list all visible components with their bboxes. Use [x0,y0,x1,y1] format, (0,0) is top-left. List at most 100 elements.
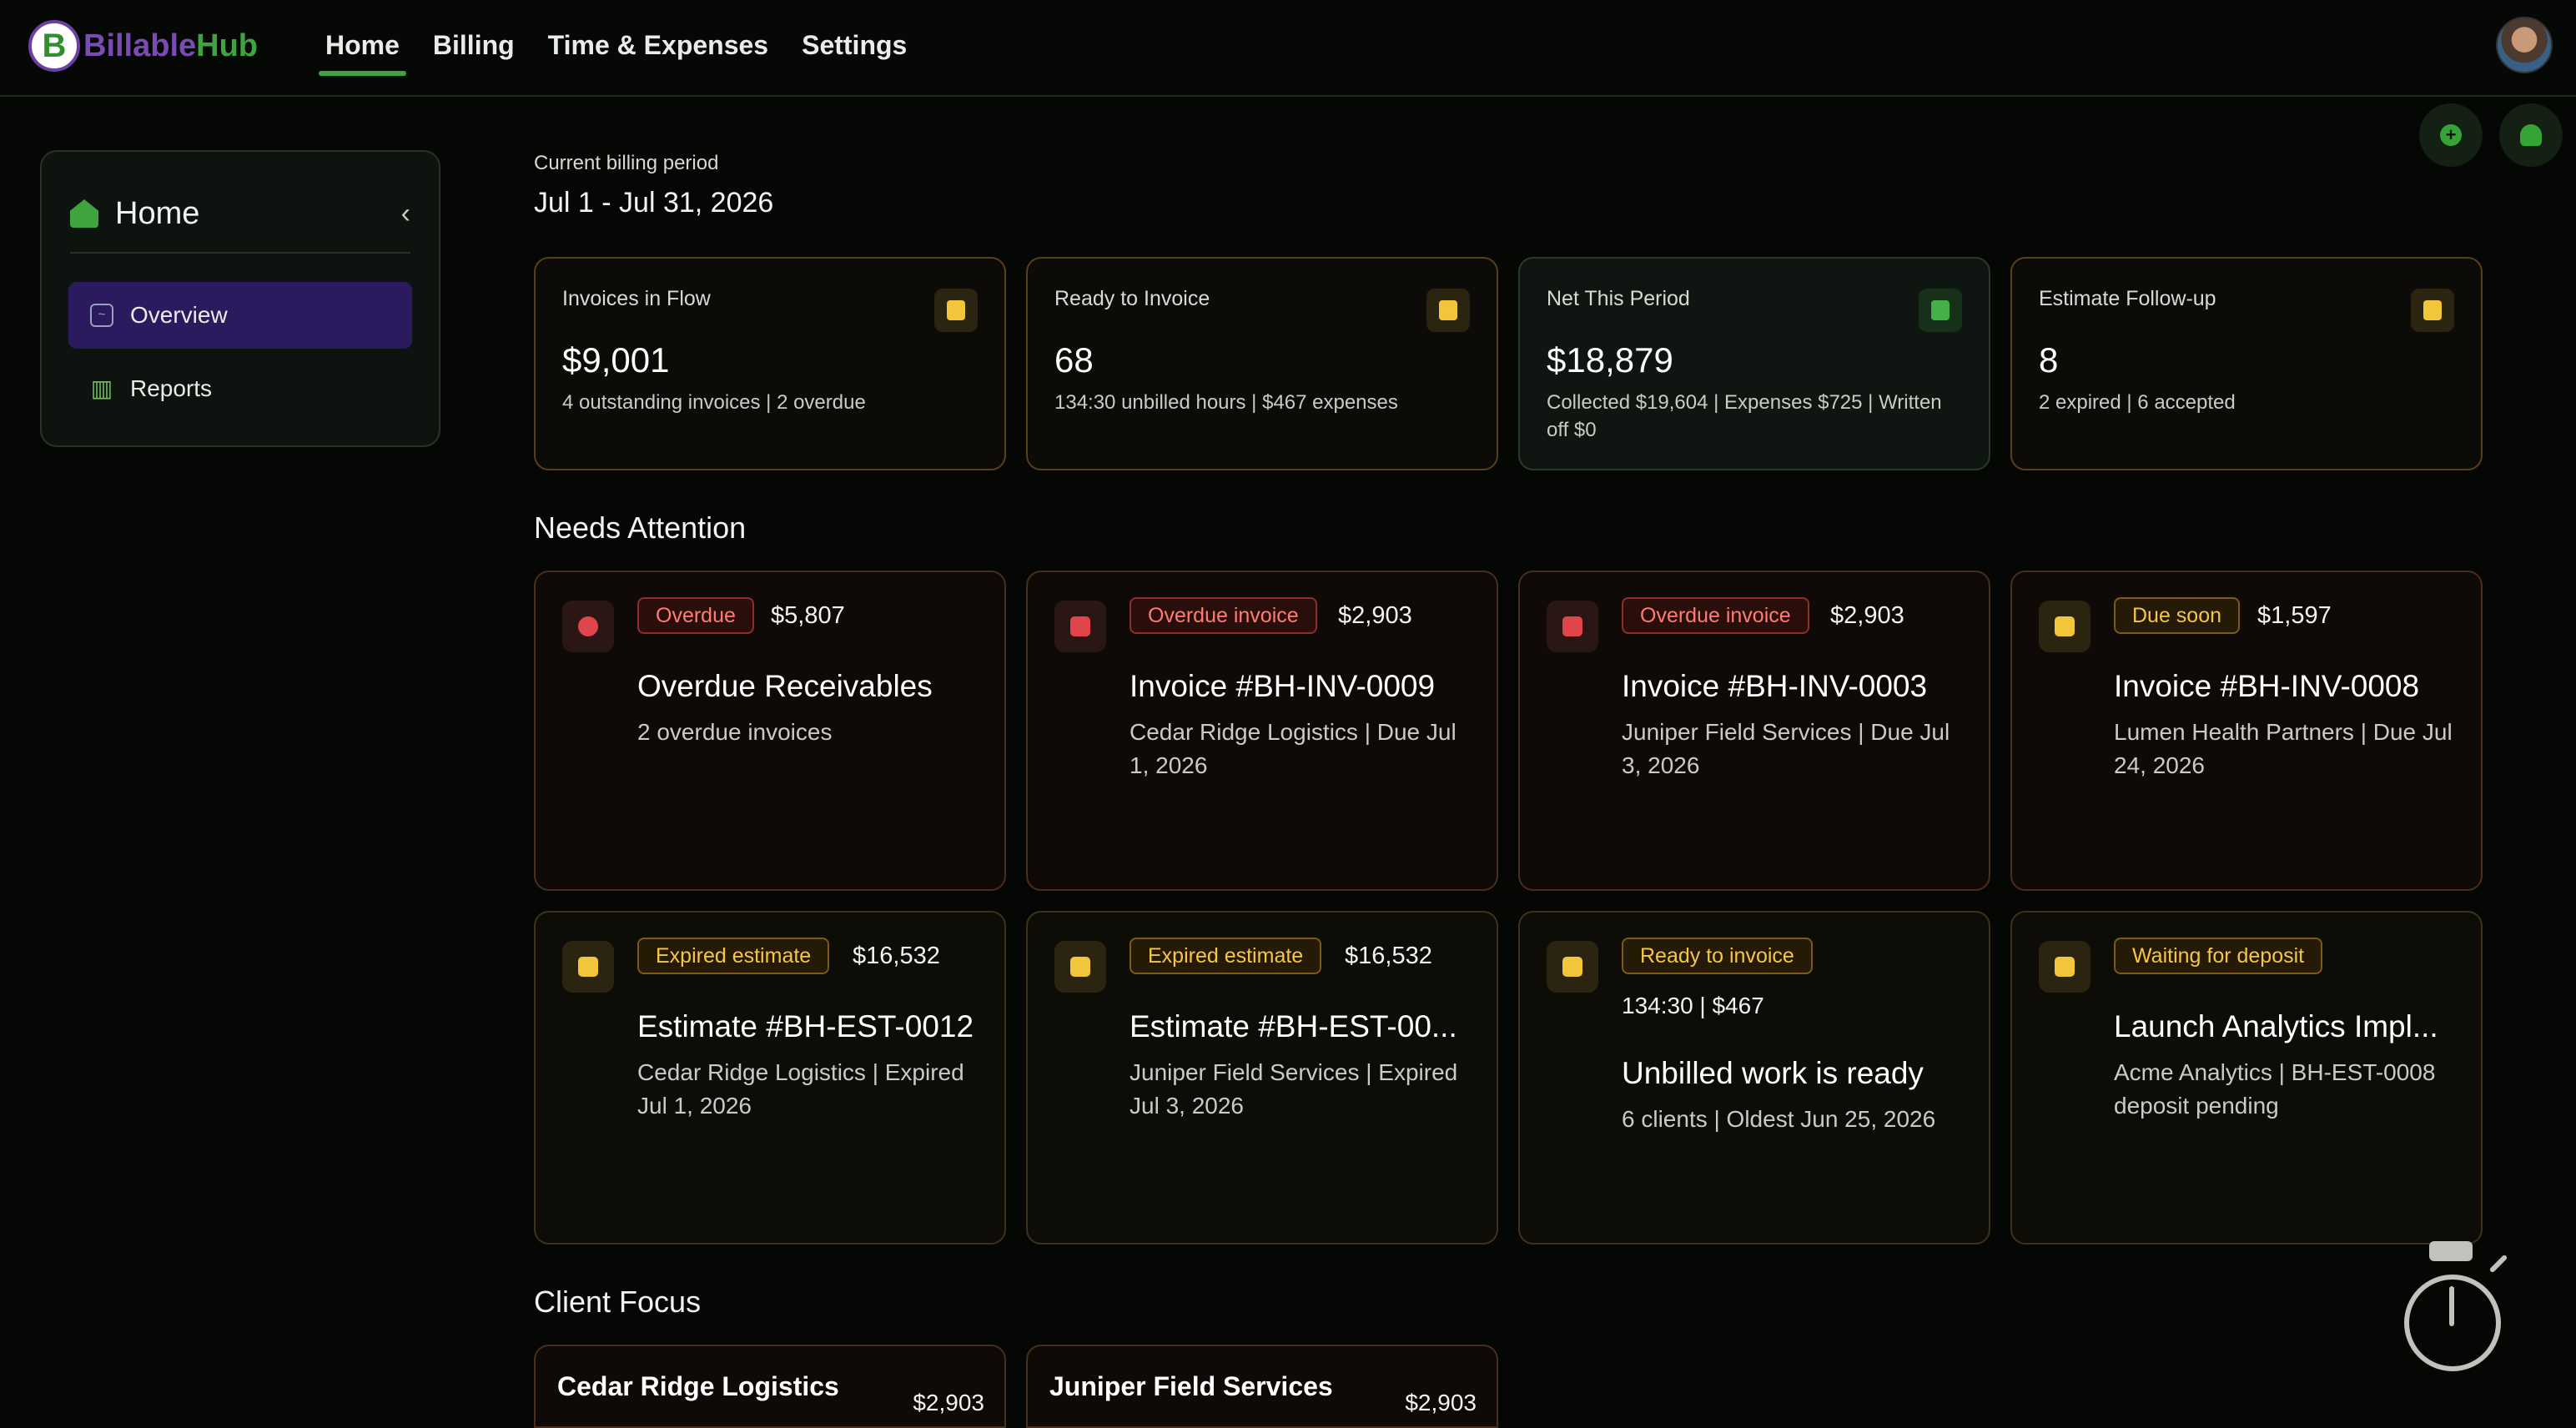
attention-card[interactable]: Overdue invoice $2,903 Invoice #BH-INV-0… [1518,571,1990,891]
billing-period-label: Current billing period [534,152,719,174]
stat-card-ready-to-invoice[interactable]: Ready to Invoice 68 134:30 unbilled hour… [1026,257,1498,470]
client-name: Cedar Ridge Logistics [557,1371,839,1401]
nav-home[interactable]: Home [319,30,406,76]
client-amount: $2,903 [1405,1390,1477,1415]
card-title: Invoice #BH-INV-0003 [1622,669,1928,703]
receipt-alert-icon [1054,601,1106,652]
stat-title: Net This Period [1547,287,1690,310]
card-subtext: 6 clients | Oldest Jun 25, 2026 [1622,1106,1936,1132]
logo-mark: B [28,20,80,72]
attention-card[interactable]: Ready to invoice 134:30 | $467 Unbilled … [1518,911,1990,1244]
client-amount: $2,903 [913,1390,984,1415]
status-badge: Overdue [637,597,754,634]
card-title: Unbilled work is ready [1622,1056,1924,1090]
stat-subtext: 2 expired | 6 accepted [2039,391,2236,414]
stat-value: 8 [2039,340,2059,380]
card-title: Estimate #BH-EST-0012 [637,1009,974,1043]
receipt-check-icon [1547,941,1598,993]
brand-logo[interactable]: B BillableHub [28,18,258,73]
attention-card[interactable]: Expired estimate $16,532 Estimate #BH-ES… [534,911,1006,1244]
plus-circle-icon: + [2440,124,2462,146]
card-subtext: Cedar Ridge Logistics | Expired Jul 1, 2… [637,1059,964,1119]
divider [70,252,410,254]
document-icon [1054,941,1106,993]
bar-chart-icon: ▥ [90,375,113,401]
attention-card[interactable]: Waiting for deposit Launch Analytics Imp… [2010,911,2483,1244]
card-amount: $2,903 [1338,602,1412,629]
status-badge: Overdue invoice [1622,597,1809,634]
needs-attention-title: Needs Attention [534,510,747,545]
trend-up-icon [1919,289,1962,332]
sidebar-item-label: Reports [130,375,213,401]
stat-subtext: 134:30 unbilled hours | $467 expenses [1054,391,1398,414]
document-icon [562,941,614,993]
stat-subtext: 4 outstanding invoices | 2 overdue [562,391,866,414]
stat-title: Invoices in Flow [562,287,711,310]
alarm-clock-icon [562,601,614,652]
brand-name-part2: Hub [196,28,259,63]
invoice-list-icon [934,289,978,332]
stopwatch-icon[interactable] [2402,1241,2508,1375]
stat-value: $18,879 [1547,340,1673,380]
card-amount: $16,532 [1345,943,1432,969]
sidebar-item-label: Overview [130,302,228,328]
card-subtext: Cedar Ridge Logistics | Due Jul 1, 2026 [1130,719,1457,778]
attention-card[interactable]: Overdue invoice $2,903 Invoice #BH-INV-0… [1026,571,1498,891]
chevron-left-icon[interactable]: ‹ [401,198,410,230]
nav-billing[interactable]: Billing [433,30,515,76]
status-badge: Due soon [2114,597,2241,634]
stat-subtext: Collected $19,604 | Expenses $725 | Writ… [1547,391,1942,441]
brand-name-part1: Billable [83,28,197,63]
card-subtext: Juniper Field Services | Due Jul 3, 2026 [1622,719,1950,778]
add-button[interactable]: + [2419,103,2483,167]
stat-value: 68 [1054,340,1094,380]
status-badge: Expired estimate [637,938,830,974]
notifications-button[interactable] [2499,103,2563,167]
status-badge: Overdue invoice [1130,597,1317,634]
stat-card-invoices-in-flow[interactable]: Invoices in Flow $9,001 4 outstanding in… [534,257,1006,470]
status-badge: Ready to invoice [1622,938,1813,974]
receipt-check-icon [1426,289,1470,332]
card-subtext: Lumen Health Partners | Due Jul 24, 2026 [2114,719,2453,778]
nav-settings[interactable]: Settings [802,30,907,76]
sidebar-item-reports[interactable]: ▥ Reports [68,355,412,422]
document-icon [2411,289,2454,332]
card-subtext: Acme Analytics | BH-EST-0008 deposit pen… [2114,1059,2436,1119]
receipt-x-icon [1547,601,1598,652]
card-subtext: 2 overdue invoices [637,719,833,745]
card-title: Invoice #BH-INV-0009 [1130,669,1436,703]
card-title: Invoice #BH-INV-0008 [2114,669,2420,703]
card-title: Launch Analytics Impl... [2114,1009,2438,1043]
billing-period-value: Jul 1 - Jul 31, 2026 [534,187,774,219]
attention-card[interactable]: Due soon $1,597 Invoice #BH-INV-0008 Lum… [2010,571,2483,891]
sidebar-title: Home [115,195,200,231]
main-nav: Home Billing Time & Expenses Settings [319,30,940,76]
attention-card[interactable]: Expired estimate $16,532 Estimate #BH-ES… [1026,911,1498,1244]
stat-card-net-this-period[interactable]: Net This Period $18,879 Collected $19,60… [1518,257,1990,470]
briefcase-icon [2039,941,2090,993]
trend-chart-icon: ~ [90,304,113,327]
card-title: Estimate #BH-EST-00... [1130,1009,1457,1043]
stat-title: Estimate Follow-up [2039,287,2216,310]
stat-value: $9,001 [562,340,670,380]
card-title: Overdue Receivables [637,669,933,703]
client-card[interactable]: Juniper Field Services $2,903 [1026,1345,1498,1428]
user-avatar[interactable] [2496,17,2553,73]
card-amount: $16,532 [853,943,940,969]
sidebar-item-overview[interactable]: ~ Overview [68,282,412,349]
attention-card[interactable]: Overdue $5,807 Overdue Receivables 2 ove… [534,571,1006,891]
nav-time-expenses[interactable]: Time & Expenses [548,30,768,76]
stat-title: Ready to Invoice [1054,287,1210,310]
card-amount: $1,597 [2257,602,2332,629]
card-amount: $5,807 [771,602,845,629]
status-badge: Expired estimate [1130,938,1322,974]
card-meta: 134:30 | $467 [1622,993,1764,1018]
client-card[interactable]: Cedar Ridge Logistics $2,903 [534,1345,1006,1428]
bell-icon [2520,124,2542,146]
stat-card-estimate-follow-up[interactable]: Estimate Follow-up 8 2 expired | 6 accep… [2010,257,2483,470]
sidebar: Home ‹ ~ Overview ▥ Reports [40,150,440,447]
calendar-icon [2039,601,2090,652]
home-icon [70,199,98,228]
card-amount: $2,903 [1830,602,1904,629]
top-bar: B BillableHub Home Billing Time & Expens… [0,0,2576,97]
